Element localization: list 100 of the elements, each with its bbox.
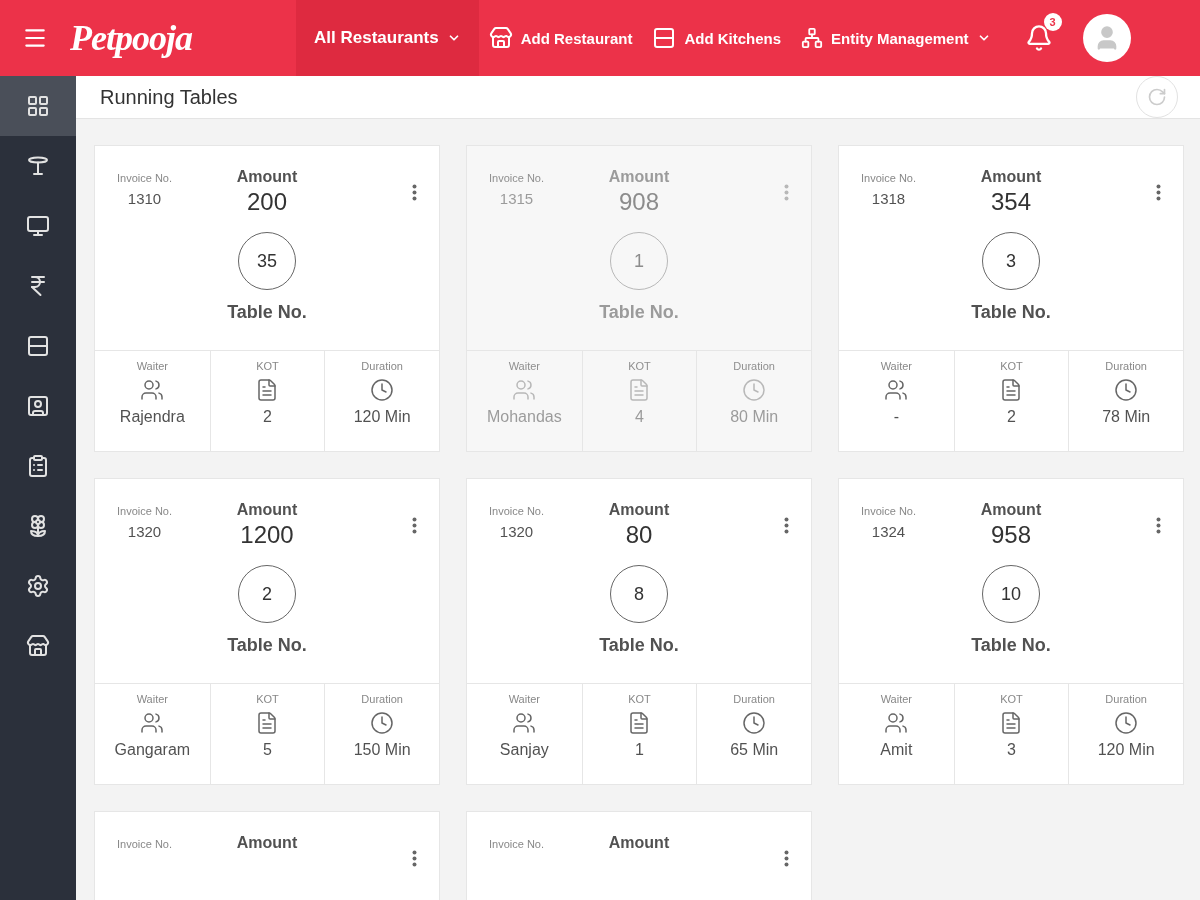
table-card[interactable]: Invoice No. 1324 Amount 958 10 Table No. Waiter Amit KOT 3 Duration 120 Min xyxy=(838,478,1184,785)
kot-label: KOT xyxy=(628,360,651,372)
table-card[interactable]: Invoice No. Amount xyxy=(94,811,440,900)
waiter-name: - xyxy=(893,408,899,426)
more-options-button[interactable] xyxy=(412,850,417,867)
duration-label: Duration xyxy=(1105,360,1147,372)
refresh-icon xyxy=(1147,87,1167,107)
kot-label: KOT xyxy=(628,693,651,705)
store-icon xyxy=(26,634,50,658)
amount-label: Amount xyxy=(980,501,1042,519)
clock-icon xyxy=(370,378,395,402)
table-card[interactable]: Invoice No. 1318 Amount 354 3 Table No. Waiter - KOT 2 Duration 78 Min xyxy=(838,145,1184,452)
people-icon xyxy=(140,378,165,402)
invoice-number: 1315 xyxy=(499,190,534,207)
kot-label: KOT xyxy=(1000,360,1023,372)
more-options-button[interactable] xyxy=(1156,517,1161,534)
invoice-number: 1318 xyxy=(871,190,906,207)
people-icon xyxy=(512,378,537,402)
kot-count: 1 xyxy=(635,741,644,759)
invoice-label: Invoice No. xyxy=(489,838,545,850)
nav-item[interactable]: Add Restaurant xyxy=(478,0,643,76)
amount-value: 908 xyxy=(618,188,659,216)
table-card[interactable]: Invoice No. Amount xyxy=(466,811,812,900)
invoice-number: 1320 xyxy=(499,523,534,540)
more-options-button[interactable] xyxy=(412,517,417,534)
kebab-icon xyxy=(412,184,417,201)
amount-label: Amount xyxy=(236,834,298,852)
monitor-icon xyxy=(26,214,50,238)
waiter-name: Amit xyxy=(880,741,913,759)
kebab-icon xyxy=(412,517,417,534)
kebab-icon xyxy=(1156,184,1161,201)
amount-label: Amount xyxy=(236,501,298,519)
invoice-number: 1324 xyxy=(871,523,906,540)
kebab-icon xyxy=(784,850,789,867)
table-card[interactable]: Invoice No. 1320 Amount 80 8 Table No. Waiter Sanjay KOT 1 Duration 65 Min xyxy=(466,478,812,785)
waiter-label: Waiter xyxy=(136,360,168,372)
clock-icon xyxy=(1114,378,1139,402)
kitchen-icon xyxy=(652,26,677,50)
table-icon xyxy=(26,154,50,178)
kebab-icon xyxy=(784,517,789,534)
clipboard-icon xyxy=(26,454,50,478)
grid-icon xyxy=(26,94,50,118)
nav-item[interactable]: Entity Management xyxy=(791,0,1001,76)
waiter-name: Gangaram xyxy=(114,741,191,759)
invoice-label: Invoice No. xyxy=(117,838,173,850)
people-icon xyxy=(512,711,537,735)
waiter-label: Waiter xyxy=(508,360,540,372)
invoice-label: Invoice No. xyxy=(489,505,545,517)
page-title: Running Tables xyxy=(100,85,238,109)
more-options-button[interactable] xyxy=(1156,184,1161,201)
duration-value: 120 Min xyxy=(353,408,411,426)
invoice-number: 1320 xyxy=(127,523,162,540)
waiter-label: Waiter xyxy=(880,360,912,372)
duration-label: Duration xyxy=(733,693,775,705)
amount-label: Amount xyxy=(236,168,298,186)
kebab-icon xyxy=(412,850,417,867)
duration-value: 150 Min xyxy=(353,741,411,759)
nav-item[interactable]: Add Kitchens xyxy=(642,0,792,76)
table-label: Table No. xyxy=(971,635,1051,656)
kot-label: KOT xyxy=(1000,693,1023,705)
amount-value: 80 xyxy=(625,521,653,549)
waiter-name: Rajendra xyxy=(119,408,185,426)
kebab-icon xyxy=(784,184,789,201)
kot-label: KOT xyxy=(256,360,279,372)
more-options-button[interactable] xyxy=(412,184,417,201)
clock-icon xyxy=(1114,711,1139,735)
amount-label: Amount xyxy=(608,168,670,186)
bell-icon xyxy=(1024,24,1053,52)
clock-icon xyxy=(742,711,767,735)
invoice-label: Invoice No. xyxy=(861,172,917,184)
invoice-label: Invoice No. xyxy=(861,505,917,517)
settings-icon xyxy=(26,574,50,598)
table-card[interactable]: Invoice No. 1320 Amount 1200 2 Table No. Waiter Gangaram KOT 5 Duration 150 Min xyxy=(94,478,440,785)
store-icon xyxy=(488,26,513,50)
waiter-label: Waiter xyxy=(136,693,168,705)
nav-item[interactable]: All Restaurants xyxy=(296,0,479,76)
invoice-number: 1310 xyxy=(127,190,162,207)
duration-value: 80 Min xyxy=(730,408,779,426)
kot-label: KOT xyxy=(256,693,279,705)
more-options-button[interactable] xyxy=(784,517,789,534)
amount-value: 1200 xyxy=(240,521,294,549)
duration-value: 65 Min xyxy=(730,741,779,759)
duration-label: Duration xyxy=(361,693,403,705)
notifications-button[interactable] xyxy=(1024,24,1053,52)
more-options-button[interactable] xyxy=(784,850,789,867)
duration-label: Duration xyxy=(1105,693,1147,705)
table-card[interactable]: Invoice No. 1310 Amount 200 35 Table No. Waiter Rajendra KOT 2 Duration 120 Min xyxy=(94,145,440,452)
clock-icon xyxy=(742,378,767,402)
kot-count: 3 xyxy=(1007,741,1016,759)
waiter-name: Sanjay xyxy=(499,741,549,759)
table-label: Table No. xyxy=(227,302,307,323)
user-screen-icon xyxy=(26,394,50,418)
waiter-name: Mohandas xyxy=(486,408,562,426)
table-label: Table No. xyxy=(971,302,1051,323)
amount-label: Amount xyxy=(608,834,670,852)
duration-value: 78 Min xyxy=(1102,408,1151,426)
avatar-button[interactable] xyxy=(1082,14,1131,62)
sidebar-item[interactable] xyxy=(0,76,76,136)
rows-icon xyxy=(26,334,50,358)
invoice-label: Invoice No. xyxy=(117,505,173,517)
